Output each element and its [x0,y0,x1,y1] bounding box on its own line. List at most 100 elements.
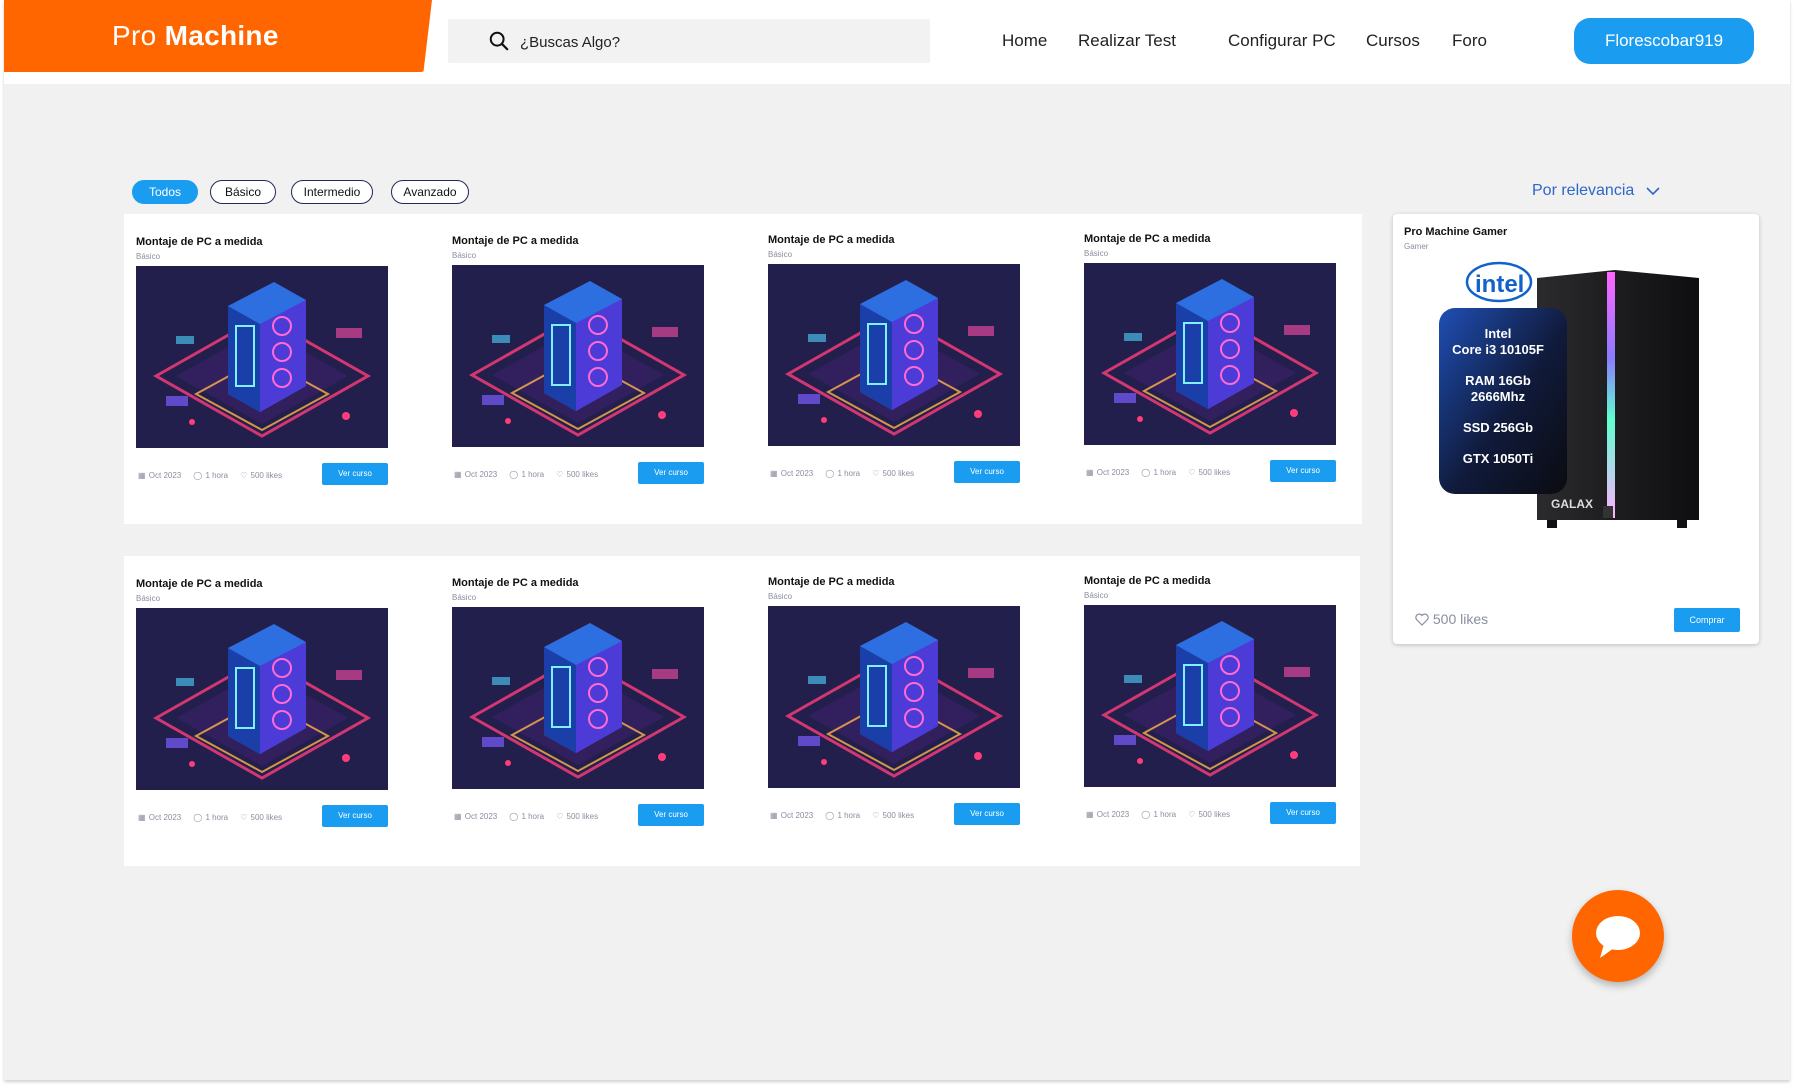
course-level: Básico [136,252,161,261]
course-thumbnail[interactable] [768,606,1020,788]
user-account-button[interactable]: Florescobar919 [1574,18,1754,64]
course-thumbnail[interactable] [136,266,388,448]
course-thumbnail[interactable] [452,607,704,789]
search-bar[interactable] [448,19,930,65]
course-meta: ▦ Oct 2023 ◯ 1 hora ♡ 500 likes [770,811,926,820]
spec-line: SSD 256Gb [1463,420,1533,435]
view-course-button[interactable]: Ver curso [954,461,1020,483]
search-icon[interactable] [488,30,510,52]
course-likes: 500 likes [250,813,283,822]
course-title: Montaje de PC a medida [1084,233,1211,245]
calendar-icon: ▦ [138,813,148,822]
course-duration: 1 hora [837,469,861,478]
heart-icon [1415,613,1429,626]
heart-icon: ♡ [1188,810,1198,819]
course-date: Oct 2023 [464,470,498,479]
course-title: Montaje de PC a medida [452,577,579,589]
course-thumbnail[interactable] [768,264,1020,446]
heart-icon: ♡ [240,813,250,822]
calendar-icon: ▦ [454,470,464,479]
course-card[interactable]: Montaje de PC a medida Básico ▦ Oct 2023 ◯ … [452,225,704,495]
course-level: Básico [1084,249,1109,258]
course-thumbnail[interactable] [1084,605,1336,787]
clock-icon: ◯ [193,813,205,822]
view-course-button[interactable]: Ver curso [322,463,388,485]
course-thumbnail[interactable] [136,608,388,790]
course-card[interactable]: Montaje de PC a medida Básico ▦ Oct 2023 ◯ … [136,568,388,838]
course-likes: 500 likes [566,812,599,821]
course-meta: ▦ Oct 2023 ◯ 1 hora ♡ 500 likes [1086,468,1242,477]
sort-dropdown[interactable]: Por relevancia [1532,182,1661,200]
course-card[interactable]: Montaje de PC a medida Básico ▦ Oct 2023 ◯ … [768,224,1020,494]
course-title: Montaje de PC a medida [136,236,263,248]
course-duration: 1 hora [1153,810,1177,819]
calendar-icon: ▦ [1086,810,1096,819]
course-meta: ▦ Oct 2023 ◯ 1 hora ♡ 500 likes [138,813,294,822]
course-card[interactable]: Montaje de PC a medida Básico ▦ Oct 2023 ◯ … [452,567,704,837]
course-card[interactable]: Montaje de PC a medida Básico ▦ Oct 2023 ◯ … [1084,223,1336,493]
product-likes[interactable]: 500 likes [1415,611,1488,627]
course-card[interactable]: Montaje de PC a medida Básico ▦ Oct 2023 ◯ … [1084,565,1336,835]
clock-icon: ◯ [509,470,521,479]
view-course-button[interactable]: Ver curso [638,804,704,826]
clock-icon: ◯ [509,812,521,821]
view-course-button[interactable]: Ver curso [322,805,388,827]
view-course-button[interactable]: Ver curso [1270,802,1336,824]
brand-logo[interactable]: Pro Machine [4,0,432,72]
course-card[interactable]: Montaje de PC a medida Básico ▦ Oct 2023 ◯ … [136,226,388,496]
chevron-down-icon [1646,187,1660,195]
course-duration: 1 hora [1153,468,1177,477]
course-duration: 1 hora [521,470,545,479]
nav-cursos[interactable]: Cursos [1366,28,1420,54]
spec-line: 2666Mhz [1471,389,1526,404]
filter-basico[interactable]: Básico [210,180,276,204]
clock-icon: ◯ [1141,810,1153,819]
view-course-button[interactable]: Ver curso [954,803,1020,825]
nav-realizar-test[interactable]: Realizar Test [1078,28,1176,54]
heart-icon: ♡ [240,471,250,480]
chat-button[interactable] [1572,890,1664,982]
calendar-icon: ▦ [454,812,464,821]
filter-todos[interactable]: Todos [132,180,198,204]
course-thumbnail[interactable] [1084,263,1336,445]
course-date: Oct 2023 [1096,468,1130,477]
course-likes: 500 likes [1198,810,1231,819]
top-header: Pro Machine Home Realizar Test Configura… [4,0,1790,84]
course-likes: 500 likes [882,469,915,478]
chat-bubble-icon [1596,916,1640,958]
buy-button[interactable]: Comprar [1674,608,1740,632]
nav-home[interactable]: Home [1002,28,1047,54]
spec-line: GTX 1050Ti [1463,451,1534,466]
course-meta: ▦ Oct 2023 ◯ 1 hora ♡ 500 likes [138,471,294,480]
view-course-button[interactable]: Ver curso [1270,460,1336,482]
filter-avanzado[interactable]: Avanzado [391,180,469,204]
product-card[interactable]: Pro Machine Gamer Gamer GALAX intel Inte… [1393,214,1759,644]
clock-icon: ◯ [193,471,205,480]
product-title: Pro Machine Gamer [1404,226,1508,238]
nav-configurar-pc[interactable]: Configurar PC [1228,28,1336,54]
course-title: Montaje de PC a medida [452,235,579,247]
product-likes-label: 500 likes [1432,611,1489,627]
calendar-icon: ▦ [138,471,148,480]
course-duration: 1 hora [837,811,861,820]
course-card[interactable]: Montaje de PC a medida Básico ▦ Oct 2023 ◯ … [768,566,1020,836]
course-thumbnail[interactable] [452,265,704,447]
calendar-icon: ▦ [770,469,780,478]
course-meta: ▦ Oct 2023 ◯ 1 hora ♡ 500 likes [770,469,926,478]
course-likes: 500 likes [566,470,599,479]
nav-foro[interactable]: Foro [1452,28,1487,54]
heart-icon: ♡ [872,469,882,478]
course-level: Básico [452,251,477,260]
course-level: Básico [136,594,161,603]
view-course-button[interactable]: Ver curso [638,462,704,484]
course-level: Básico [768,592,793,601]
search-input[interactable] [518,19,902,65]
spec-line: Intel [1485,326,1512,341]
product-image: GALAX intel Intel Core i3 10105F RAM 16G… [1439,261,1699,528]
course-title: Montaje de PC a medida [768,234,895,246]
course-meta: ▦ Oct 2023 ◯ 1 hora ♡ 500 likes [454,812,610,821]
filter-intermedio[interactable]: Intermedio [291,180,373,204]
sort-label: Por relevancia [1532,182,1635,199]
calendar-icon: ▦ [1086,468,1096,477]
case-brand-text: GALAX [1551,497,1593,511]
